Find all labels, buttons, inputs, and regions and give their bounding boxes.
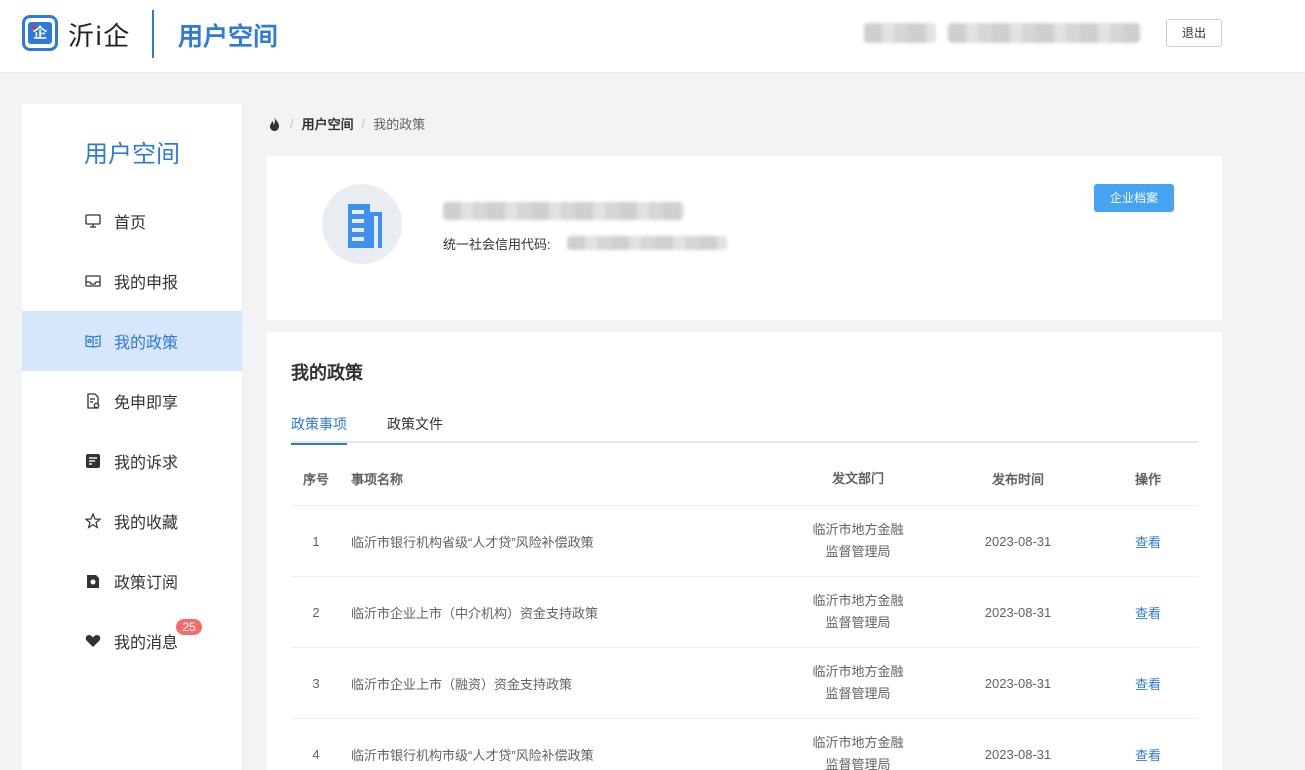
sidebar-item-my-appeals[interactable]: 我的诉求	[22, 431, 242, 491]
row-dept-line2: 监督管理局	[825, 615, 891, 630]
sidebar-item-label: 首页	[114, 215, 147, 232]
sidebar-item-label: 我的收藏	[114, 515, 179, 532]
row-dept-line1: 临沂市地方金融	[812, 735, 904, 750]
document-check-icon	[84, 392, 102, 410]
sidebar-item-my-declaration[interactable]: 我的申报	[22, 251, 242, 311]
breadcrumb-user-space[interactable]: 用户空间	[302, 114, 354, 133]
logo-mark: 企	[28, 22, 52, 44]
row-index: 4	[312, 746, 320, 762]
breadcrumb: / 用户空间 / 我的政策	[267, 114, 425, 133]
row-date: 2023-08-31	[984, 746, 1052, 762]
row-dept-line2: 监督管理局	[825, 544, 891, 559]
col-op: 操作	[1134, 472, 1161, 487]
sidebar-item-label: 政策订阅	[114, 575, 179, 592]
sidebar-item-my-favorites[interactable]: 我的收藏	[22, 491, 242, 551]
building-icon	[334, 196, 390, 252]
row-dept: 临沂市地方金融 监督管理局	[778, 732, 938, 770]
row-date: 2023-08-31	[984, 533, 1052, 549]
sidebar-item-policy-subscription[interactable]: 政策订阅	[22, 551, 242, 611]
sidebar-item-my-messages[interactable]: 我的消息 25	[22, 611, 242, 671]
row-dept-line1: 临沂市地方金融	[812, 522, 904, 537]
row-index: 3	[312, 675, 320, 691]
logout-button[interactable]: 退出	[1166, 19, 1222, 47]
monitor-icon	[84, 212, 102, 230]
breadcrumb-separator: /	[361, 116, 366, 131]
sidebar-item-exempt-benefit[interactable]: 免申即享	[22, 371, 242, 431]
row-date: 2023-08-31	[984, 675, 1052, 691]
policy-table: 序号 事项名称 发文部门 发布时间 操作 1 临沂市银行机构省级“人才贷”风险补…	[291, 452, 1198, 770]
row-dept-line2: 监督管理局	[825, 757, 891, 770]
sidebar-item-label: 免申即享	[114, 395, 179, 412]
sidebar: 用户空间 首页 我的申报 我的政策 免申即享 我的诉求 我的收藏 政策订阅 我的…	[22, 104, 243, 770]
sidebar-item-label: 我的消息	[114, 635, 179, 652]
row-name: 临沂市银行机构市级“人才贷”风险补偿政策	[351, 747, 594, 763]
sidebar-item-label: 我的申报	[114, 275, 179, 292]
table-row: 1 临沂市银行机构省级“人才贷”风险补偿政策 临沂市地方金融 监督管理局 202…	[291, 506, 1198, 577]
col-dept: 发文部门	[831, 470, 884, 486]
brand-name[interactable]: 沂i企	[68, 16, 130, 53]
company-name-redacted	[443, 202, 684, 220]
tab-policy-documents[interactable]: 政策文件	[387, 414, 443, 443]
row-name: 临沂市银行机构省级“人才贷”风险补偿政策	[351, 534, 594, 550]
table-header: 序号 事项名称 发文部门 发布时间 操作	[291, 452, 1198, 506]
sidebar-item-home[interactable]: 首页	[22, 191, 242, 251]
company-profile-card: 统一社会信用代码: 企业档案	[267, 156, 1222, 320]
view-link[interactable]: 查看	[1135, 535, 1161, 550]
flame-icon[interactable]	[267, 116, 282, 132]
view-link[interactable]: 查看	[1135, 677, 1161, 692]
row-name: 临沂市企业上市（中介机构）资金支持政策	[351, 605, 599, 621]
header-title: 用户空间	[178, 23, 279, 51]
policy-tabs: 政策事项 政策文件	[291, 414, 1198, 445]
heart-icon	[84, 632, 102, 650]
credit-code-label: 统一社会信用代码:	[443, 237, 551, 252]
section-title: 我的政策	[291, 363, 363, 383]
view-link[interactable]: 查看	[1135, 748, 1161, 763]
col-name: 事项名称	[351, 472, 404, 487]
edit-note-icon	[84, 452, 102, 470]
header-divider	[152, 10, 154, 58]
my-policy-card: 我的政策 政策事项 政策文件 序号 事项名称 发文部门 发布时间 操作 1 临沂…	[267, 332, 1222, 770]
row-dept: 临沂市地方金融 监督管理局	[778, 661, 938, 705]
table-row: 3 临沂市企业上市（融资）资金支持政策 临沂市地方金融 监督管理局 2023-0…	[291, 648, 1198, 719]
tray-icon	[84, 272, 102, 290]
star-icon	[84, 512, 102, 530]
row-name: 临沂市企业上市（融资）资金支持政策	[351, 676, 573, 692]
col-date: 发布时间	[991, 472, 1044, 487]
company-archive-button[interactable]: 企业档案	[1094, 184, 1174, 212]
sidebar-title: 用户空间	[84, 141, 180, 168]
tab-policy-items[interactable]: 政策事项	[291, 414, 347, 445]
row-dept-line2: 监督管理局	[825, 686, 891, 701]
company-name-redacted	[948, 23, 1140, 43]
row-dept: 临沂市地方金融 监督管理局	[778, 590, 938, 634]
row-dept-line1: 临沂市地方金融	[812, 593, 904, 608]
subscribe-icon	[84, 572, 102, 590]
company-avatar	[322, 184, 402, 264]
sidebar-item-label: 我的诉求	[114, 455, 179, 472]
sidebar-item-my-policy[interactable]: 我的政策	[22, 311, 242, 371]
sidebar-item-label: 我的政策	[114, 335, 179, 352]
message-count-badge: 25	[176, 619, 202, 635]
top-header: 企 沂i企 用户空间 退出	[0, 0, 1305, 73]
table-row: 2 临沂市企业上市（中介机构）资金支持政策 临沂市地方金融 监督管理局 2023…	[291, 577, 1198, 648]
col-index: 序号	[302, 472, 329, 487]
policy-book-icon	[84, 332, 102, 350]
row-dept: 临沂市地方金融 监督管理局	[778, 519, 938, 563]
table-row: 4 临沂市银行机构市级“人才贷”风险补偿政策 临沂市地方金融 监督管理局 202…	[291, 719, 1198, 770]
view-link[interactable]: 查看	[1135, 606, 1161, 621]
row-date: 2023-08-31	[984, 604, 1052, 620]
user-name-redacted	[864, 23, 936, 43]
row-dept-line1: 临沂市地方金融	[812, 664, 904, 679]
credit-code: 统一社会信用代码:	[443, 234, 551, 253]
credit-code-redacted	[567, 236, 727, 250]
row-index: 1	[312, 533, 320, 549]
row-index: 2	[312, 604, 320, 620]
app-logo[interactable]: 企	[22, 15, 58, 51]
breadcrumb-current: 我的政策	[373, 117, 426, 132]
breadcrumb-separator: /	[290, 116, 294, 131]
